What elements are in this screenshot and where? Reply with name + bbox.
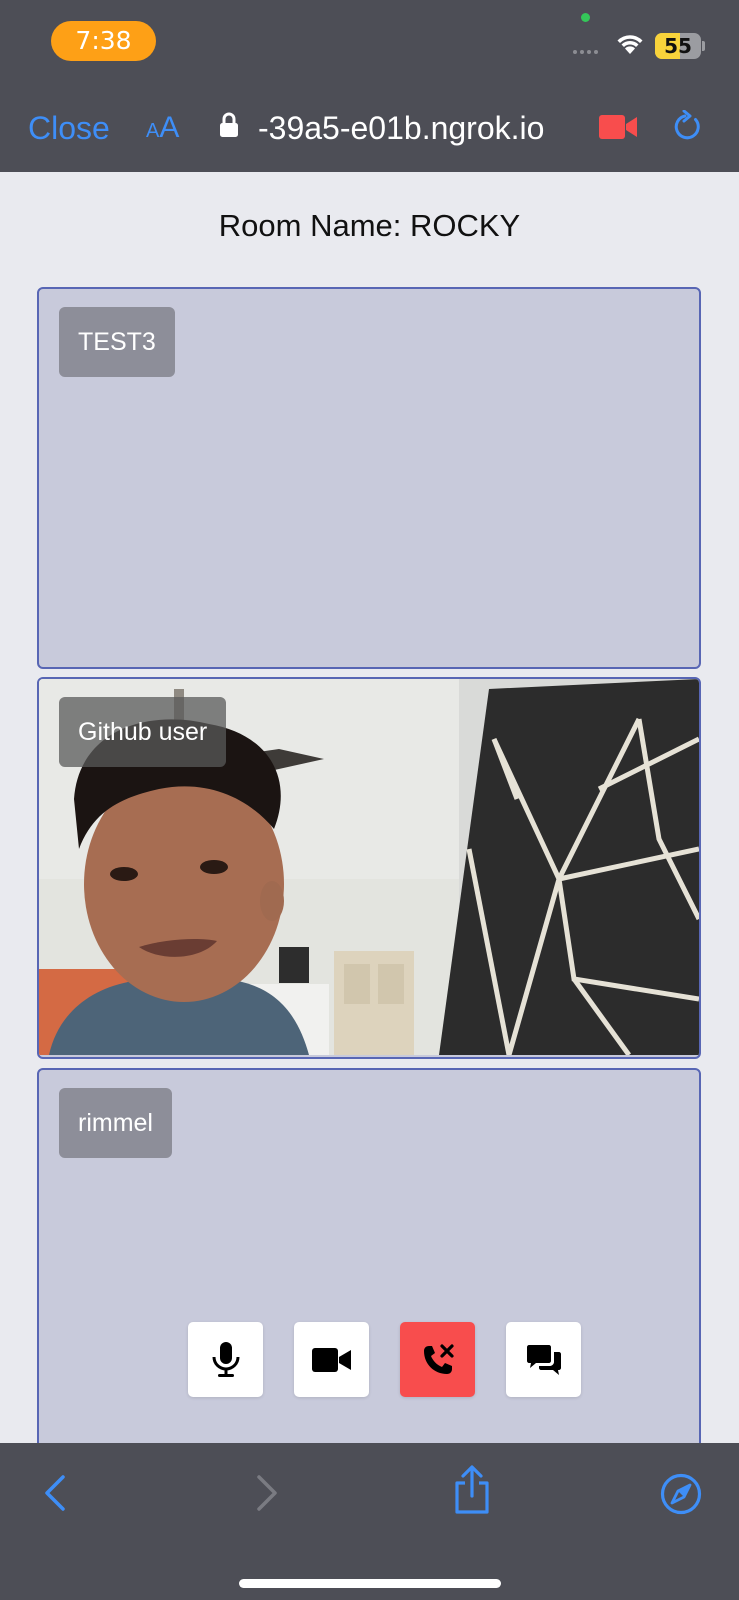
participant-name: TEST3 xyxy=(59,307,175,377)
compass-icon[interactable] xyxy=(660,1473,702,1515)
status-bar: 7:38 55 xyxy=(0,0,739,86)
wifi-icon xyxy=(617,35,643,54)
participant-name: rimmel xyxy=(59,1088,172,1158)
battery-percentage: 55 xyxy=(664,34,692,58)
back-arrow-icon[interactable] xyxy=(40,1473,70,1513)
reader-options-button[interactable]: AA xyxy=(146,106,179,155)
browser-bottom-toolbar xyxy=(0,1443,739,1600)
battery-nub xyxy=(702,41,705,51)
mute-microphone-button[interactable] xyxy=(188,1322,263,1397)
room-name-title: Room Name: ROCKY xyxy=(218,208,521,243)
participant-name: Github user xyxy=(59,697,227,767)
end-call-button[interactable] xyxy=(400,1322,475,1397)
browser-toolbar: Close AA -39a5-e01b.ngrok.io xyxy=(0,86,739,172)
chat-button[interactable] xyxy=(506,1322,581,1397)
camera-in-use-dot xyxy=(581,13,590,22)
forward-arrow-icon[interactable] xyxy=(252,1473,282,1513)
home-indicator xyxy=(239,1579,501,1588)
reload-icon[interactable] xyxy=(671,110,705,144)
close-button[interactable]: Close xyxy=(28,106,110,150)
participant-tile-video: Github user xyxy=(37,677,701,1059)
participant-tile: rimmel xyxy=(37,1068,701,1468)
aa-big-letter: A xyxy=(159,111,180,144)
time-indicator[interactable]: 7:38 xyxy=(51,21,156,61)
aa-small-letter: A xyxy=(146,120,160,142)
share-icon[interactable] xyxy=(452,1465,492,1515)
address-bar-url[interactable]: -39a5-e01b.ngrok.io xyxy=(258,106,544,150)
microphone-icon xyxy=(212,1341,239,1377)
call-controls xyxy=(188,1322,581,1397)
participant-tile: TEST3 xyxy=(37,287,701,669)
chat-icon xyxy=(526,1344,561,1375)
toggle-camera-button[interactable] xyxy=(294,1322,369,1397)
video-camera-icon xyxy=(311,1347,351,1372)
cellular-signal-icon xyxy=(573,50,598,54)
end-call-icon xyxy=(423,1343,454,1374)
lock-icon xyxy=(220,112,238,137)
camera-active-icon[interactable] xyxy=(599,114,639,140)
battery-icon: 55 xyxy=(655,33,701,59)
